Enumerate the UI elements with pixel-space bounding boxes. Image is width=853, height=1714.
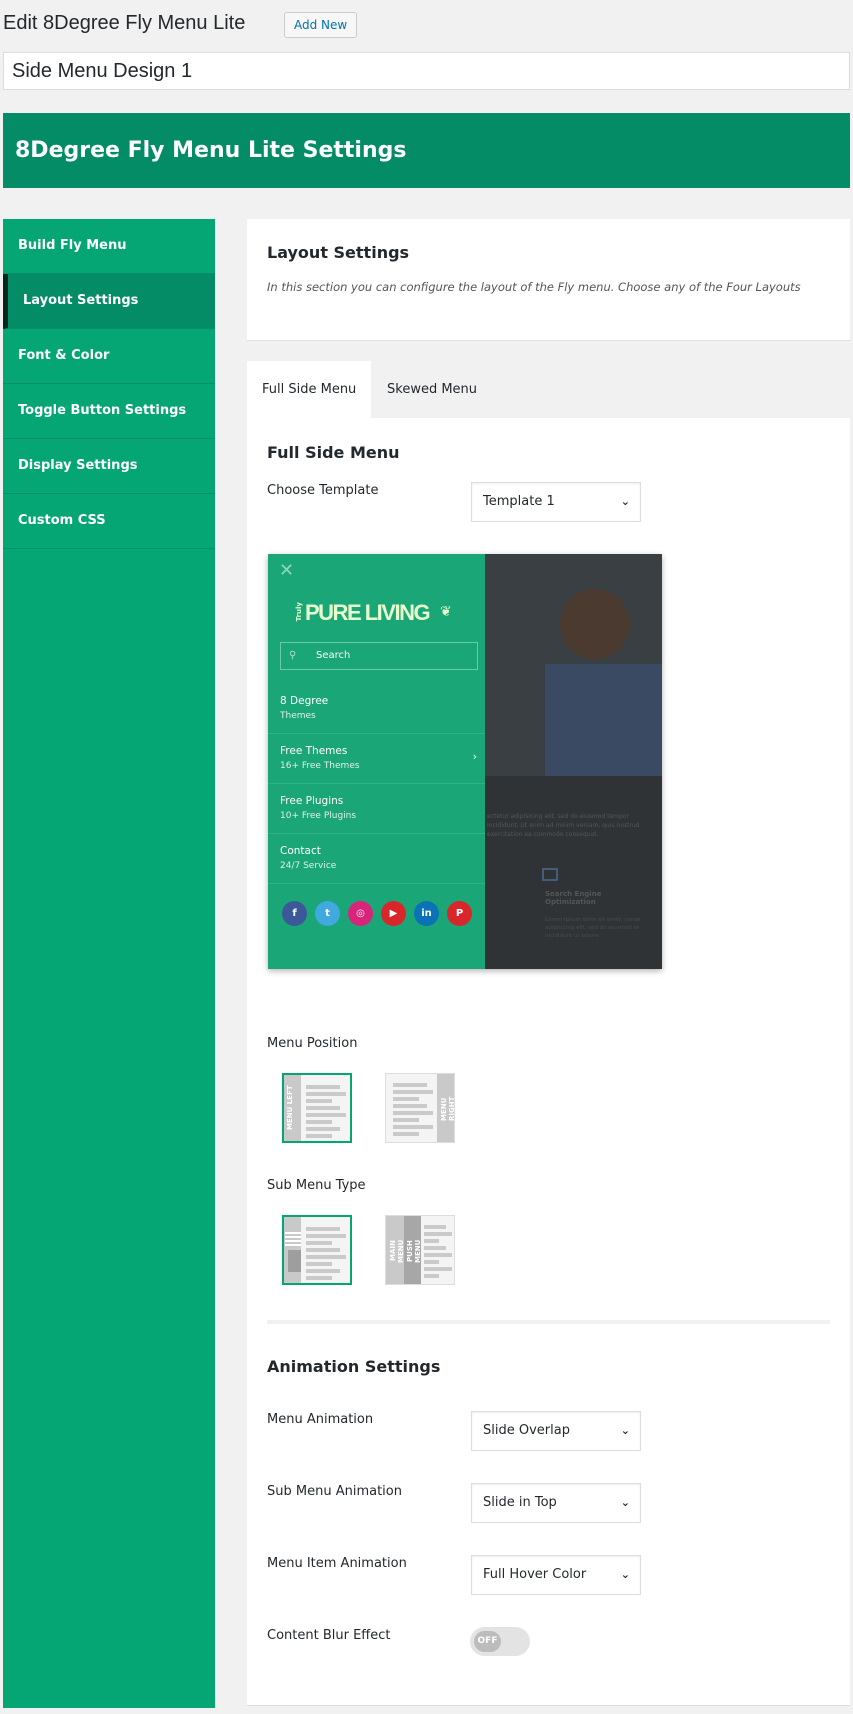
animation-settings-title: Animation Settings <box>267 1357 441 1376</box>
section-description: In this section you can configure the la… <box>267 280 801 294</box>
chevron-down-icon: ⌄ <box>620 495 630 508</box>
tab-full-side-menu[interactable]: Full Side Menu <box>247 361 372 418</box>
menu-right-text: MENU RIGHT <box>440 1096 456 1122</box>
preview-menu-item: Contact 24/7 Service <box>268 834 485 884</box>
close-icon: ✕ <box>279 560 295 581</box>
chevron-right-icon: › <box>472 751 477 763</box>
sub-menu-animation-label: Sub Menu Animation <box>267 1484 402 1499</box>
sidebar-item-font-color[interactable]: Font & Color <box>3 329 215 384</box>
background-feature-text: Lorem ipsum dolor sit amet, conse adipis… <box>545 917 641 939</box>
chevron-down-icon: ⌄ <box>620 1568 630 1581</box>
menu-item-animation-select[interactable]: Full Hover Color ⌄ <box>471 1555 641 1595</box>
divider <box>267 1320 830 1324</box>
template-preview: ectetur adipisicing elit, sed do eiusmod… <box>268 554 662 969</box>
menu-animation-select[interactable]: Slide Overlap ⌄ <box>471 1411 641 1451</box>
menu-item-animation-label: Menu Item Animation <box>267 1556 407 1571</box>
background-photo <box>485 554 662 969</box>
toggle-state: OFF <box>474 1631 501 1652</box>
template-select-value: Template 1 <box>483 494 555 509</box>
menu-animation-label: Menu Animation <box>267 1412 374 1427</box>
sidebar-item-display-settings[interactable]: Display Settings <box>3 439 215 494</box>
sub-menu-type-push-option[interactable]: MAIN MENU PUSH MENU <box>385 1215 455 1285</box>
select-value: Slide Overlap <box>483 1423 570 1438</box>
section-title: Layout Settings <box>267 243 410 262</box>
facebook-icon: f <box>282 901 307 926</box>
logo-small: Truly <box>295 602 303 622</box>
twitter-icon: t <box>315 901 340 926</box>
push-menu-text: PUSH MENU <box>406 1239 422 1263</box>
content-blur-label: Content Blur Effect <box>267 1628 391 1643</box>
full-side-menu-title: Full Side Menu <box>267 443 400 462</box>
select-value: Full Hover Color <box>483 1567 587 1582</box>
template-select[interactable]: Template 1 ⌄ <box>471 482 641 522</box>
preview-menu-item: Free Themes 16+ Free Themes › <box>268 734 485 784</box>
sidebar-item-custom-css[interactable]: Custom CSS <box>3 494 215 549</box>
menu-position-left-option[interactable]: MENU LEFT <box>282 1073 352 1143</box>
menu-position-label: Menu Position <box>267 1036 358 1051</box>
add-new-button[interactable]: Add New <box>284 12 358 38</box>
choose-template-label: Choose Template <box>267 483 379 498</box>
preview-menu-item: Free Plugins 10+ Free Plugins <box>268 784 485 834</box>
layout-settings-box: Layout Settings In this section you can … <box>247 219 850 341</box>
menu-name-input[interactable]: Side Menu Design 1 <box>3 52 850 90</box>
tab-skewed-menu[interactable]: Skewed Menu <box>372 361 492 418</box>
main-menu-text: MAIN MENU <box>389 1239 405 1263</box>
sub-menu-type-label: Sub Menu Type <box>267 1178 366 1193</box>
settings-sidebar: Build Fly Menu Layout Settings Font & Co… <box>3 219 215 1708</box>
sub-menu-type-dropdown-option[interactable] <box>282 1215 352 1285</box>
search-placeholder: Search <box>316 650 351 661</box>
preview-menu-item: 8 Degree Themes <box>268 684 485 734</box>
menu-position-right-option[interactable]: MENU RIGHT <box>385 1073 456 1143</box>
select-value: Slide in Top <box>483 1495 557 1510</box>
background-feature: Search Engine Optimization <box>545 890 602 906</box>
pinterest-icon: P <box>447 901 472 926</box>
content-blur-toggle[interactable]: OFF <box>470 1627 530 1656</box>
background-text: ectetur adipisicing elit, sed do eiusmod… <box>487 813 640 838</box>
linkedin-icon: in <box>414 901 439 926</box>
logo: PURE LIVING <box>305 600 431 625</box>
chevron-down-icon: ⌄ <box>620 1424 630 1437</box>
preview-search: ⚲ Search <box>280 642 478 670</box>
menu-left-text: MENU LEFT <box>286 1085 294 1131</box>
sub-menu-animation-select[interactable]: Slide in Top ⌄ <box>471 1483 641 1523</box>
search-icon: ⚲ <box>289 650 297 661</box>
sidebar-item-toggle-button-settings[interactable]: Toggle Button Settings <box>3 384 215 439</box>
sidebar-item-build-fly-menu[interactable]: Build Fly Menu <box>3 219 215 274</box>
settings-header: 8Degree Fly Menu Lite Settings <box>3 113 850 188</box>
instagram-icon: ◎ <box>348 901 373 926</box>
chevron-down-icon: ⌄ <box>620 1496 630 1509</box>
preview-fly-menu: ✕ Truly PURE LIVING ❦ ⚲ Search 8 Degree Th… <box>268 554 485 969</box>
sidebar-item-layout-settings[interactable]: Layout Settings <box>3 274 215 329</box>
tree-icon: ❦ <box>440 604 452 620</box>
page-title: Edit 8Degree Fly Menu Lite <box>3 12 246 34</box>
youtube-icon: ▶ <box>381 901 406 926</box>
